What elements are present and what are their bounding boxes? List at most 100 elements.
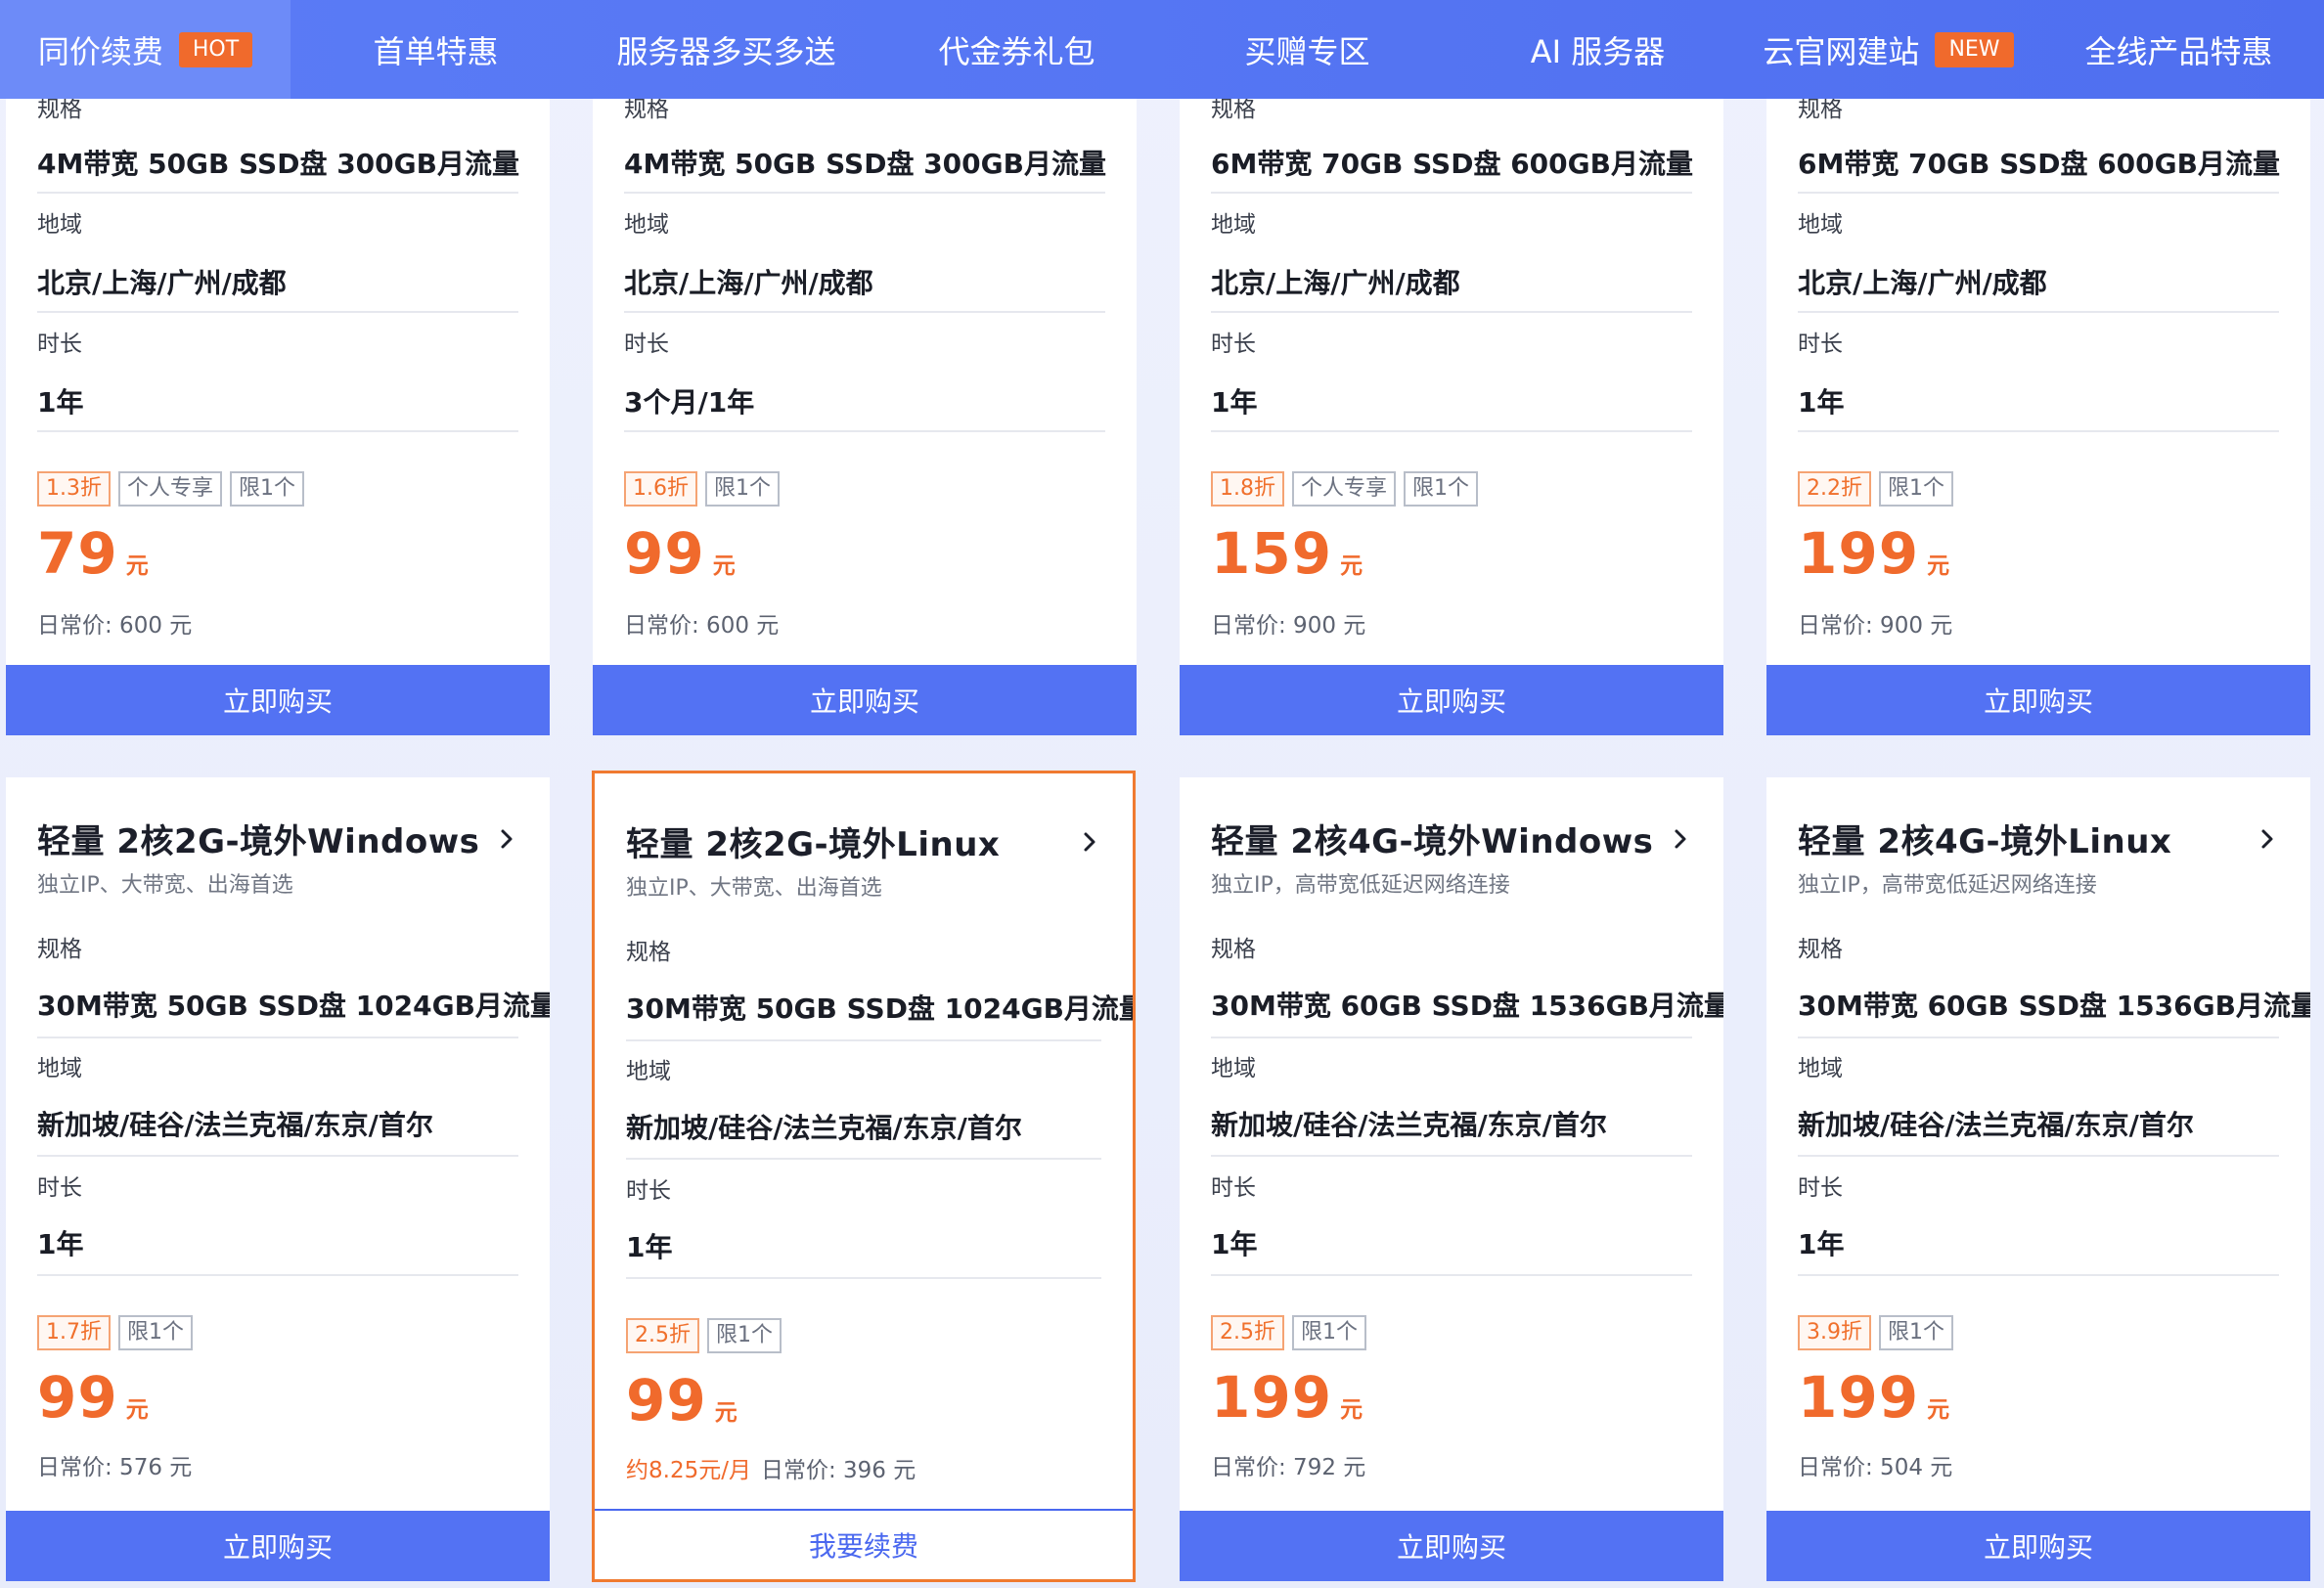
duration-label: 时长: [37, 1175, 82, 1201]
original-price: 日常价: 504 元: [1798, 1455, 1953, 1480]
product-title: 轻量 2核2G-境外Linux: [626, 825, 1001, 864]
nav-tab-0[interactable]: 同价续费 HOT: [0, 0, 290, 99]
product-card: 规格 6M带宽 70GB SSD盘 600GB月流量 地域 北京/上海/广州/成都 时长…: [1766, 59, 2310, 735]
tag-list: 1.8折 个人专享 限1个: [1211, 471, 1479, 507]
region-value: 新加坡/硅谷/法兰克福/东京/首尔: [37, 1109, 433, 1141]
renew-button[interactable]: 我要续费: [595, 1509, 1133, 1579]
price-unit: 元: [714, 1400, 737, 1426]
region-label: 地域: [1798, 1056, 1843, 1081]
price-unit: 元: [1340, 553, 1363, 579]
discount-tag: 1.7折: [37, 1315, 111, 1350]
divider: [37, 192, 518, 194]
spec-label: 规格: [1798, 937, 1843, 962]
nav-tab-1[interactable]: 首单特惠: [290, 0, 581, 99]
duration-value: 1年: [1211, 386, 1258, 419]
divider: [624, 311, 1105, 313]
discount-tag: 1.8折: [1211, 471, 1284, 507]
duration-label: 时长: [624, 331, 669, 357]
card-header[interactable]: 轻量 2核4G-境外Linux: [1798, 815, 2279, 862]
chevron-right-icon[interactable]: [1078, 830, 1101, 854]
region-label: 地域: [37, 212, 82, 238]
product-card: 规格 6M带宽 70GB SSD盘 600GB月流量 地域 北京/上海/广州/成都 时长…: [1180, 59, 1723, 735]
duration-value: 1年: [1798, 1228, 1845, 1260]
duration-value: 1年: [37, 386, 84, 419]
spec-label: 规格: [37, 937, 82, 962]
buy-now-button[interactable]: 立即购买: [6, 1511, 550, 1581]
product-title: 轻量 2核2G-境外Windows: [37, 822, 480, 861]
original-price: 日常价: 792 元: [1211, 1455, 1366, 1480]
limit-tag: 限1个: [118, 1315, 193, 1350]
price-value: 199: [1798, 520, 1920, 587]
chevron-right-icon[interactable]: [1669, 827, 1692, 851]
product-card[interactable]: 轻量 2核4G-境外Linux 独立IP，高带宽低延迟网络连接 规格 30M带宽 60…: [1766, 777, 2310, 1581]
nav-tab-6[interactable]: 云官网建站 NEW: [1743, 0, 2034, 99]
buy-now-button[interactable]: 立即购买: [6, 665, 550, 735]
page: 规格 4M带宽 50GB SSD盘 300GB月流量 地域 北京/上海/广州/成都 时长…: [0, 0, 2324, 1588]
limit-tag: 个人专享: [1292, 471, 1397, 507]
nav-tab-label: 代金券礼包: [938, 32, 1095, 70]
nav-tab-5[interactable]: AI 服务器: [1452, 0, 1743, 99]
tag-list: 2.2折 限1个: [1798, 471, 1953, 507]
nav-badge: HOT: [178, 31, 253, 67]
divider: [37, 1155, 518, 1157]
original-price-row: 日常价: 504 元: [1798, 1448, 1952, 1481]
discount-tag: 2.5折: [1211, 1315, 1284, 1350]
region-value: 新加坡/硅谷/法兰克福/东京/首尔: [1211, 1109, 1607, 1141]
duration-label: 时长: [1211, 1175, 1256, 1201]
tag-list: 3.9折 限1个: [1798, 1315, 1953, 1350]
card-header[interactable]: 轻量 2核2G-境外Windows: [37, 815, 518, 862]
price-value: 99: [37, 1364, 118, 1431]
discount-tag: 2.2折: [1798, 471, 1871, 507]
buy-now-button[interactable]: 立即购买: [1766, 1511, 2310, 1581]
card-header[interactable]: 轻量 2核2G-境外Linux: [626, 817, 1101, 865]
price-unit: 元: [1927, 553, 1950, 579]
divider: [37, 1037, 518, 1038]
buy-now-button[interactable]: 立即购买: [593, 665, 1137, 735]
limit-tag: 限1个: [1404, 471, 1479, 507]
price-row: 199 元: [1211, 1364, 1363, 1431]
original-price: 日常价: 600 元: [624, 613, 780, 639]
card-header[interactable]: 轻量 2核4G-境外Windows: [1211, 815, 1692, 862]
chevron-right-icon[interactable]: [2256, 827, 2279, 851]
spec-value: 30M带宽 60GB SSD盘 1536GB月流量: [1211, 990, 1723, 1022]
product-card: 规格 4M带宽 50GB SSD盘 300GB月流量 地域 北京/上海/广州/成都 时长…: [593, 59, 1137, 735]
spec-value: 6M带宽 70GB SSD盘 600GB月流量: [1798, 148, 2280, 180]
nav-tab-label: 首单特惠: [373, 32, 499, 70]
duration-value: 1年: [1211, 1228, 1258, 1260]
original-price: 日常价: 600 元: [37, 613, 193, 639]
discount-tag: 2.5折: [626, 1318, 699, 1353]
buy-now-button[interactable]: 立即购买: [1180, 665, 1723, 735]
region-value: 北京/上海/广州/成都: [1798, 267, 2047, 299]
price-unit: 元: [712, 553, 736, 579]
product-title: 轻量 2核4G-境外Windows: [1211, 822, 1654, 861]
product-title: 轻量 2核4G-境外Linux: [1798, 822, 2172, 861]
buy-now-button[interactable]: 立即购买: [1766, 665, 2310, 735]
divider: [1211, 1274, 1692, 1276]
duration-value: 1年: [1798, 386, 1845, 419]
price-row: 199 元: [1798, 520, 1949, 587]
limit-tag: 限1个: [230, 471, 305, 507]
product-subtitle: 独立IP，高带宽低延迟网络连接: [1211, 873, 1510, 898]
product-card-selected[interactable]: 轻量 2核2G-境外Linux 独立IP、大带宽、出海首选 规格 30M带宽 50GB…: [592, 771, 1136, 1582]
nav-tab-7[interactable]: 全线产品特惠: [2034, 0, 2324, 99]
product-subtitle: 独立IP、大带宽、出海首选: [626, 876, 882, 901]
nav-tab-2[interactable]: 服务器多买多送: [581, 0, 872, 99]
chevron-right-icon[interactable]: [495, 827, 518, 851]
nav-tab-3[interactable]: 代金券礼包: [872, 0, 1162, 99]
divider: [1211, 192, 1692, 194]
nav-tab-4[interactable]: 买赠专区: [1162, 0, 1452, 99]
duration-label: 时长: [1798, 1175, 1843, 1201]
buy-now-button[interactable]: 立即购买: [1180, 1511, 1723, 1581]
product-card[interactable]: 轻量 2核4G-境外Windows 独立IP，高带宽低延迟网络连接 规格 30M带宽 …: [1180, 777, 1723, 1581]
original-price: 日常价: 900 元: [1798, 613, 1953, 639]
product-card[interactable]: 轻量 2核2G-境外Windows 独立IP、大带宽、出海首选 规格 30M带宽 50…: [6, 777, 550, 1581]
price-unit: 元: [1340, 1397, 1363, 1423]
region-value: 北京/上海/广州/成都: [624, 267, 873, 299]
spec-value: 30M带宽 50GB SSD盘 1024GB月流量: [37, 990, 550, 1022]
divider: [37, 430, 518, 432]
promo-nav-bar: 同价续费 HOT 首单特惠 服务器多买多送 代金券礼包 买赠专区 AI 服务器 云官网建站 NE…: [0, 0, 2324, 99]
nav-tab-label: 买赠专区: [1244, 32, 1370, 70]
product-subtitle: 独立IP、大带宽、出海首选: [37, 873, 293, 898]
limit-tag: 限1个: [1879, 1315, 1953, 1350]
divider: [626, 1158, 1101, 1160]
